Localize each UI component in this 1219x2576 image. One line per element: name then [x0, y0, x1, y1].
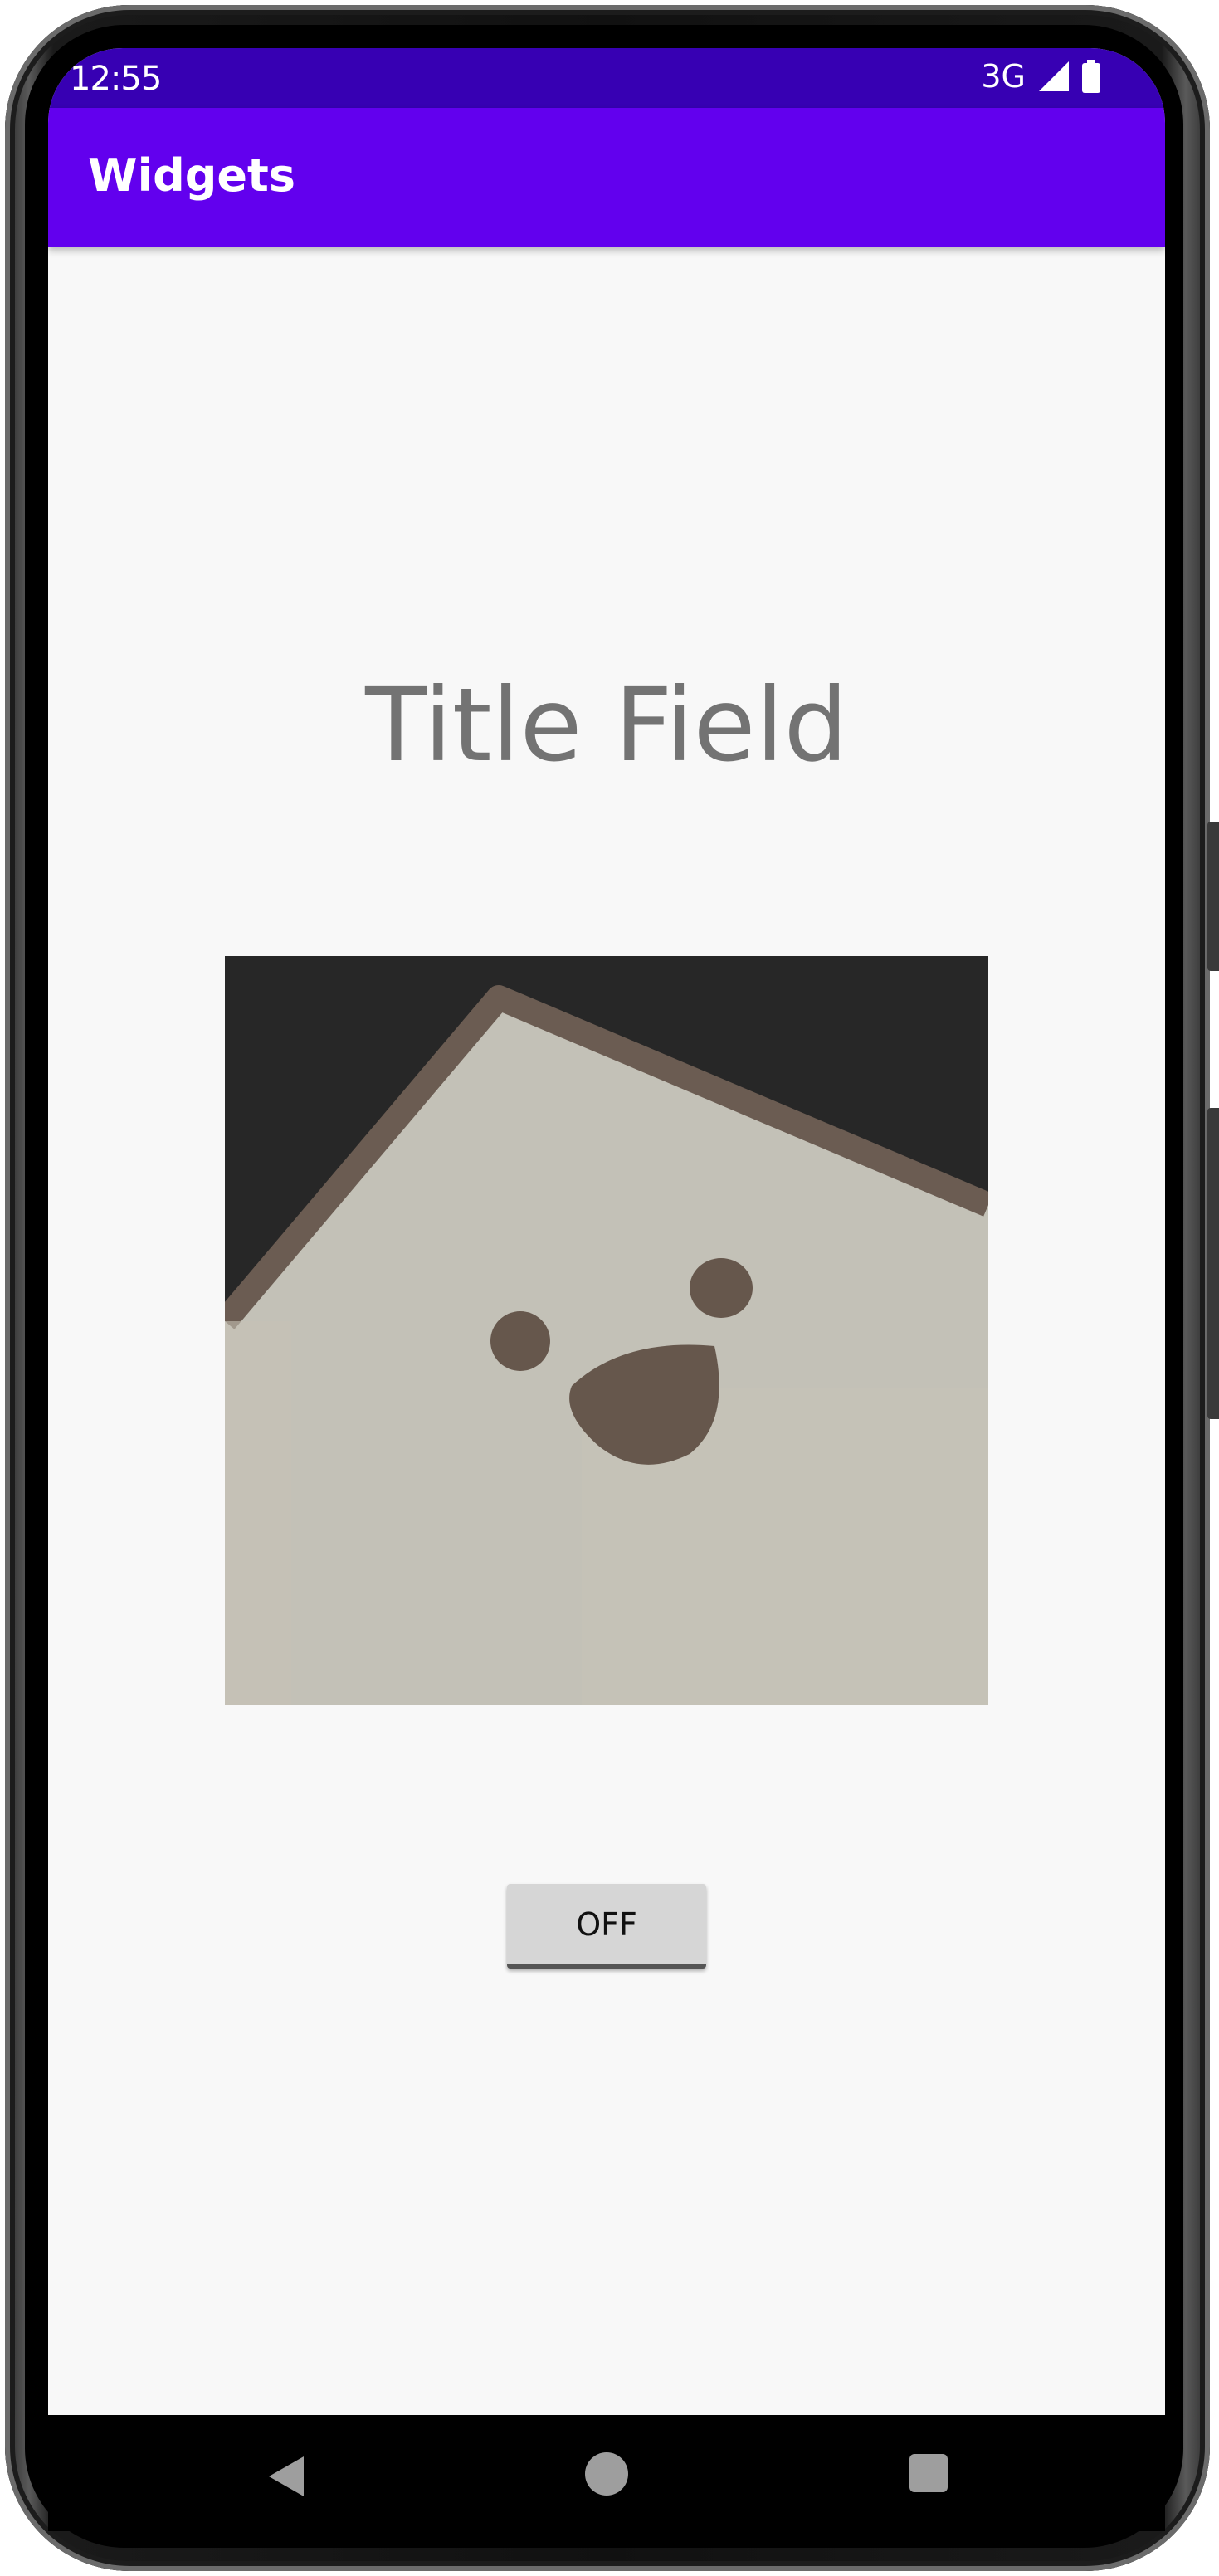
status-icons: 3G [981, 58, 1100, 95]
app-title: Widgets [88, 149, 295, 202]
ghost-face-icon [225, 956, 988, 1705]
screen: 12:55 3G Widgets Title Field OFF [48, 48, 1165, 2415]
back-icon[interactable] [264, 2453, 310, 2500]
status-bar: 12:55 3G [48, 48, 1165, 108]
network-type: 3G [981, 58, 1026, 95]
off-toggle-button[interactable]: OFF [507, 1884, 706, 1969]
phone-device: 12:55 3G Widgets Title Field OFF [0, 0, 1219, 2576]
navigation-bar [48, 2415, 1165, 2531]
title-field: Title Field [365, 666, 848, 784]
app-bar: Widgets [48, 108, 1165, 247]
battery-icon [1082, 60, 1100, 93]
volume-button [1207, 822, 1219, 971]
recents-icon[interactable] [909, 2454, 948, 2492]
signal-icon [1039, 61, 1069, 91]
power-button [1207, 1108, 1219, 1419]
home-icon[interactable] [585, 2452, 628, 2496]
ghost-image [225, 956, 988, 1705]
status-time: 12:55 [70, 60, 162, 98]
